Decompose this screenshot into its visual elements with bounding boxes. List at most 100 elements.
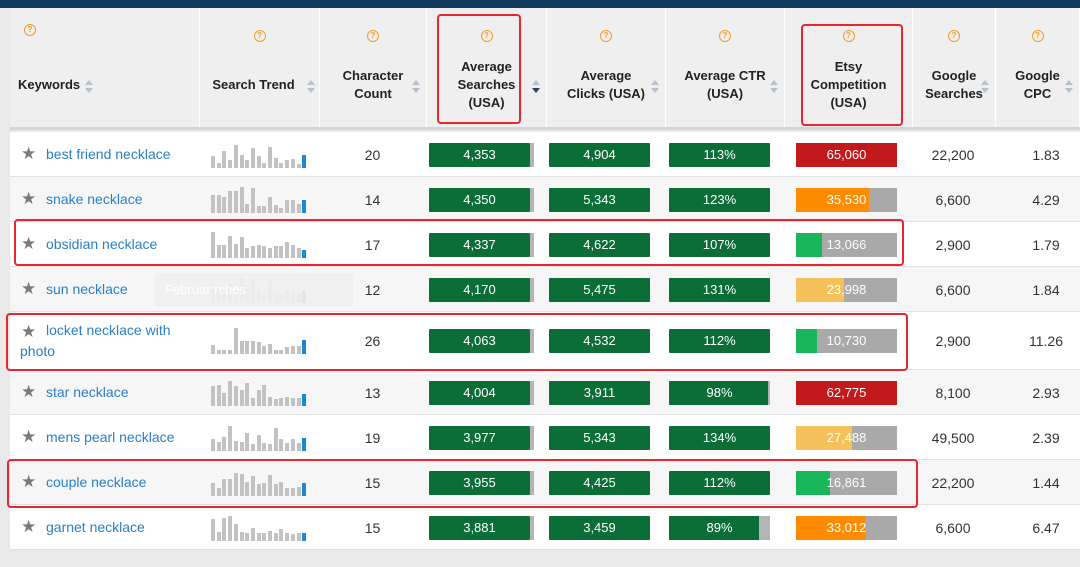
keyword-link[interactable]: garnet necklace: [46, 519, 145, 535]
column-header-trend[interactable]: ? Search Trend: [200, 8, 320, 127]
trend-bar: [302, 437, 307, 451]
sort-icon[interactable]: [85, 80, 93, 94]
character-count: 14: [364, 191, 381, 208]
trend-bar: [228, 425, 233, 451]
trend-bar: [222, 196, 227, 213]
highlight-row-locket: [6, 313, 908, 371]
trend-bar: [285, 532, 290, 541]
trend-bar: [279, 207, 284, 213]
trend-bar: [296, 442, 301, 451]
column-header-google_cpc[interactable]: ? Google CPC: [996, 8, 1080, 127]
search-trend-sparkline[interactable]: [211, 423, 311, 451]
sort-icon[interactable]: [307, 80, 315, 94]
sort-icon[interactable]: [1065, 80, 1073, 94]
table-row: ★ star necklace 13 4,004 3,911 98% 62,775 8,100…: [10, 370, 1080, 415]
sort-icon[interactable]: [412, 80, 420, 94]
average-ctr-value: 98%: [669, 380, 770, 405]
trend-bar: [256, 532, 261, 541]
trend-bar: [256, 155, 261, 168]
google-cpc-value: 1.79: [1032, 236, 1060, 253]
trend-bar: [222, 392, 227, 406]
average-clicks-value: 5,475: [549, 277, 650, 302]
trend-bar: [256, 205, 261, 213]
keyword-link[interactable]: best friend necklace: [46, 146, 171, 162]
trend-bar: [285, 442, 290, 451]
trend-bar: [250, 147, 255, 168]
average-searches-value: 3,977: [429, 425, 534, 450]
trend-bar: [228, 380, 233, 406]
etsy-competition-value: 65,060: [826, 146, 867, 162]
search-trend-sparkline[interactable]: [211, 140, 311, 168]
trend-bar: [296, 532, 301, 541]
search-trend-sparkline[interactable]: [211, 378, 311, 406]
trend-bar: [302, 154, 307, 168]
google-cpc-value: 11.26: [1029, 333, 1063, 349]
column-header-avg_clicks[interactable]: ? Average Clicks (USA): [547, 8, 666, 127]
trend-bar: [228, 190, 233, 213]
trend-bar: [279, 397, 284, 406]
trend-bar: [222, 436, 227, 451]
highlight-etsy-competition-header: [801, 24, 903, 126]
google-cpc-value: 1.84: [1032, 281, 1060, 298]
favorite-star-icon[interactable]: ★: [21, 518, 36, 535]
google-cpc-value: 2.93: [1032, 384, 1060, 401]
table-row: ★ snake necklace 14 4,350 5,343 123% 35,530 6,6…: [10, 177, 1080, 222]
favorite-star-icon[interactable]: ★: [21, 383, 36, 400]
favorite-star-icon[interactable]: ★: [21, 190, 36, 207]
average-searches-value: 4,170: [429, 277, 534, 302]
average-clicks-value: 4,904: [549, 142, 650, 167]
top-bar: [0, 0, 1080, 8]
sort-icon[interactable]: [770, 80, 778, 94]
table-header: ? Keywords? Search Trend? Character Count ? A…: [10, 8, 1080, 130]
character-count: 15: [364, 519, 381, 536]
character-count: 13: [364, 384, 381, 401]
search-trend-sparkline[interactable]: [211, 513, 311, 541]
trend-bar: [268, 146, 272, 168]
sort-icon[interactable]: [981, 80, 989, 94]
sort-icon[interactable]: [532, 80, 540, 94]
trend-bar: [268, 396, 272, 406]
trend-bar: [239, 154, 244, 168]
average-clicks-value: 5,343: [549, 187, 650, 212]
trend-bar: [268, 443, 272, 451]
trend-bar: [273, 157, 278, 168]
average-ctr-value: 131%: [669, 277, 770, 302]
column-header-keywords[interactable]: ? Keywords: [10, 8, 200, 127]
trend-bar: [256, 389, 261, 406]
trend-bar: [262, 442, 267, 451]
trend-bar: [239, 441, 244, 451]
etsy-competition-value: 62,775: [826, 384, 867, 400]
column-header-avg_ctr[interactable]: ? Average CTR (USA): [666, 8, 785, 127]
trend-bar: [285, 199, 290, 213]
keyword-link[interactable]: sun necklace: [46, 281, 128, 297]
google-searches-value: 6,600: [935, 519, 971, 536]
trend-tooltip: Februar rches: [155, 273, 353, 307]
google-cpc-value: 4.29: [1032, 191, 1060, 208]
keyword-link[interactable]: snake necklace: [46, 191, 143, 207]
trend-bar: [279, 162, 284, 168]
column-header-label: Google CPC: [1015, 67, 1060, 101]
column-header-chars[interactable]: ? Character Count: [320, 8, 427, 127]
trend-bar: [222, 150, 227, 168]
google-cpc-value: 2.39: [1032, 429, 1060, 446]
sort-icon[interactable]: [651, 80, 659, 94]
keyword-link[interactable]: mens pearl necklace: [46, 429, 174, 445]
trend-bar: [239, 389, 244, 406]
etsy-competition-bar: 23,998: [796, 277, 897, 302]
trend-bar: [228, 159, 233, 168]
favorite-star-icon[interactable]: ★: [21, 145, 36, 162]
favorite-star-icon[interactable]: ★: [21, 280, 36, 297]
table-row: ★ best friend necklace 20 4,353 4,904 113% 65,…: [10, 132, 1080, 177]
trend-bar: [273, 398, 278, 406]
trend-bar: [211, 155, 215, 168]
trend-bar: [245, 159, 250, 168]
keyword-link[interactable]: star necklace: [46, 384, 128, 400]
trend-bar: [211, 194, 215, 213]
trend-bar: [211, 438, 215, 451]
favorite-star-icon[interactable]: ★: [21, 428, 36, 445]
search-trend-sparkline[interactable]: [211, 185, 311, 213]
trend-bar: [296, 203, 301, 213]
trend-bar: [290, 158, 295, 168]
column-header-google_searches[interactable]: ? Google Searches: [913, 8, 996, 127]
trend-bar: [302, 393, 307, 406]
